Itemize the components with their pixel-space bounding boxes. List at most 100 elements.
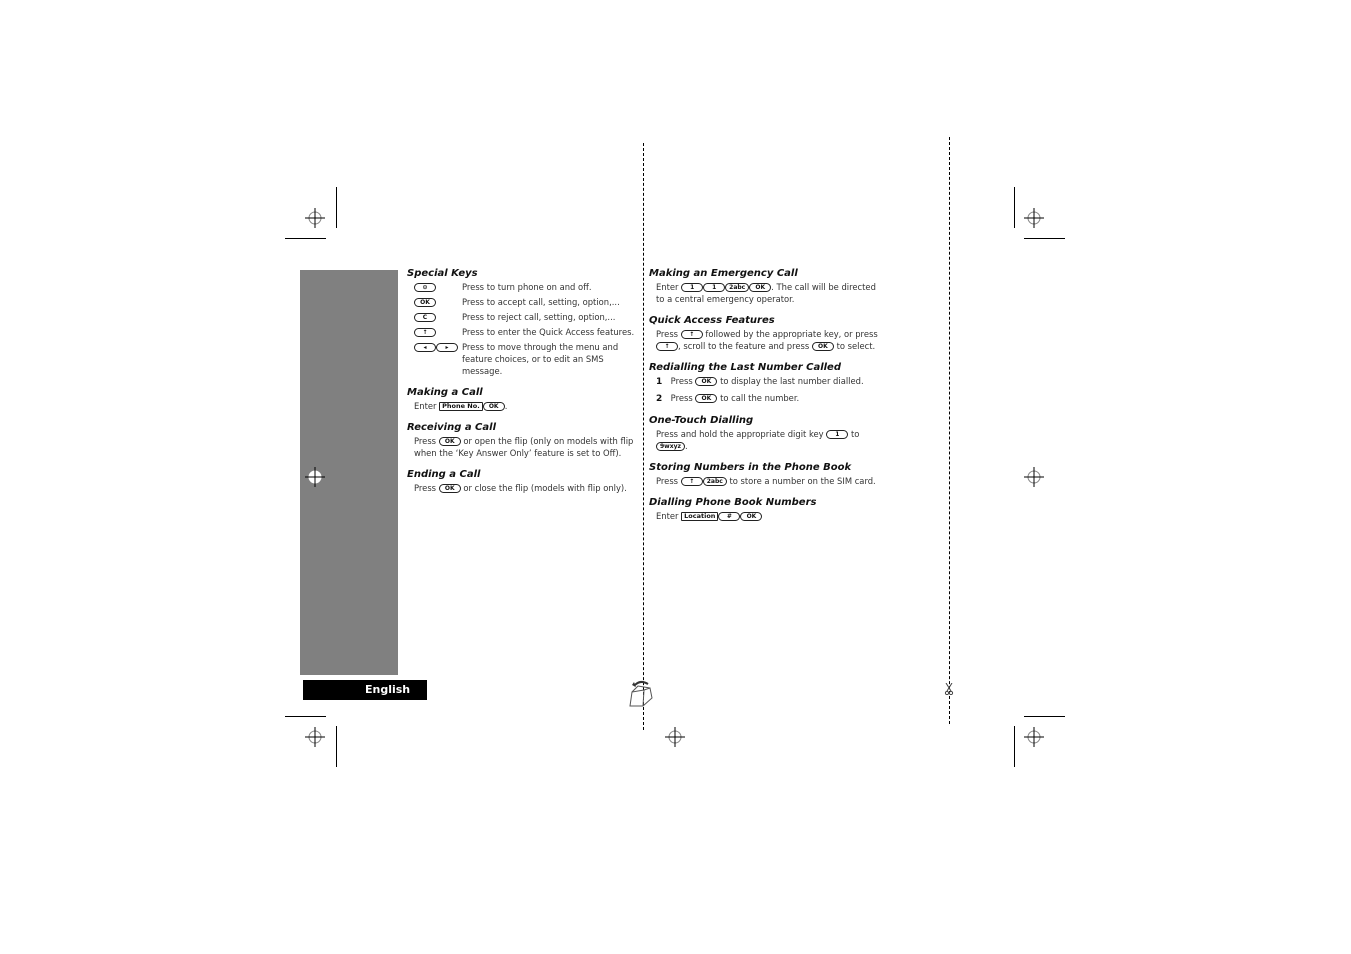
item-text: Press to accept call, setting, option,..… — [462, 297, 620, 307]
ok-key-icon: OK — [695, 394, 718, 403]
ok-key-icon: OK — [811, 342, 834, 351]
digit-key-icon: 2abc — [702, 477, 727, 486]
section-quick-access: Quick Access Features Press ↑ followed b… — [649, 314, 884, 352]
registration-mark-icon — [305, 208, 325, 228]
section-making-call: Making a Call Enter Phone No. OK. — [407, 386, 639, 412]
list-item: OK Press to accept call, setting, option… — [407, 296, 639, 308]
left-key-icon: ◂ — [414, 343, 436, 352]
section-body: Press ↑ 2abc to store a number on the SIM… — [649, 475, 884, 487]
body-text: followed by the appropriate key, or pres… — [705, 329, 878, 339]
left-column: Special Keys ⊙ Press to turn phone on an… — [407, 267, 639, 503]
cut-line — [949, 137, 950, 724]
section-title: Special Keys — [407, 268, 478, 279]
section-emergency-call: Making an Emergency Call Enter 1 1 2abc OK.… — [649, 267, 884, 305]
quick-access-key-icon: ↑ — [680, 477, 703, 486]
crop-mark — [1024, 238, 1065, 239]
step-item: 1 Press OK to display the last number di… — [649, 375, 884, 388]
phone-number-key-icon: Phone No. — [439, 402, 483, 411]
section-dialling-book: Dialling Phone Book Numbers Enter Locati… — [649, 496, 884, 522]
section-special-keys: Special Keys ⊙ Press to turn phone on an… — [407, 267, 639, 377]
location-key-icon: Location — [681, 512, 719, 521]
section-title: Receiving a Call — [407, 422, 496, 433]
body-text: to call the number. — [720, 393, 800, 403]
section-body: Enter Location # OK — [649, 510, 884, 522]
body-text: to display the last number dialled. — [720, 376, 864, 386]
body-text: to store a number on the SIM card. — [729, 476, 876, 486]
language-tab: English — [303, 680, 427, 700]
registration-mark-icon — [1024, 208, 1044, 228]
body-text: Press — [414, 436, 437, 446]
body-text: to select. — [836, 341, 876, 351]
language-label: English — [365, 683, 411, 696]
section-title: Redialling the Last Number Called — [649, 362, 842, 373]
body-text: Press — [656, 476, 679, 486]
list-item: C Press to reject call, setting, option,… — [407, 311, 639, 323]
item-text: Press to reject call, setting, option,..… — [462, 312, 616, 322]
section-title: Storing Numbers in the Phone Book — [649, 462, 852, 473]
crop-mark — [336, 187, 337, 228]
step-number: 2 — [656, 394, 663, 404]
ok-key-icon: OK — [482, 402, 505, 411]
body-text: to — [850, 429, 860, 439]
section-title: Quick Access Features — [649, 315, 775, 326]
right-key-icon: ▸ — [436, 343, 458, 352]
clear-key-icon: C — [414, 313, 436, 322]
registration-mark-icon — [1024, 467, 1044, 487]
item-text: Press to enter the Quick Access features… — [462, 327, 635, 337]
crop-mark — [1014, 726, 1015, 767]
section-title: Ending a Call — [407, 469, 481, 480]
section-body: Press OK or close the flip (models with … — [407, 482, 639, 494]
quick-access-key-icon: ↑ — [680, 330, 703, 339]
body-text: , scroll to the feature and press — [678, 341, 810, 351]
digit-key-icon: 1 — [681, 283, 704, 292]
step-number: 1 — [656, 377, 663, 387]
list-item: ◂ ▸ Press to move through the menu and fe… — [407, 341, 639, 377]
crop-mark — [1024, 716, 1065, 717]
right-column: Making an Emergency Call Enter 1 1 2abc OK.… — [649, 267, 884, 531]
body-text: Enter — [656, 511, 679, 521]
section-body: Enter 1 1 2abc OK. The call will be directe… — [649, 281, 884, 305]
section-storing: Storing Numbers in the Phone Book Press … — [649, 461, 884, 487]
section-body: Press OK or open the flip (only on model… — [407, 435, 639, 459]
body-text: Press — [670, 393, 693, 403]
section-body: Press ↑ followed by the appropriate key,… — [649, 328, 884, 352]
ok-key-icon: OK — [438, 437, 461, 446]
ok-key-icon: OK — [695, 377, 718, 386]
body-text: Enter — [656, 282, 679, 292]
list-item: ↑ Press to enter the Quick Access featur… — [407, 326, 639, 338]
digit-key-icon: 1 — [703, 283, 726, 292]
section-one-touch: One-Touch Dialling Press and hold the ap… — [649, 414, 884, 452]
ok-key-icon: OK — [414, 298, 436, 307]
digit-key-icon: 1 — [826, 430, 849, 439]
body-text: Press — [670, 376, 693, 386]
fold-line — [643, 143, 644, 730]
fold-page-icon — [629, 680, 653, 707]
crop-mark — [336, 726, 337, 767]
quick-access-key-icon: ↑ — [414, 328, 436, 337]
section-title: Making an Emergency Call — [649, 268, 798, 279]
section-body: Enter Phone No. OK. — [407, 400, 639, 412]
body-text: Press — [656, 329, 679, 339]
hash-key-icon: # — [718, 512, 741, 521]
ok-key-icon: OK — [740, 512, 763, 521]
section-title: Dialling Phone Book Numbers — [649, 497, 817, 508]
body-text: Press and hold the appropriate digit key — [656, 429, 824, 439]
section-title: One-Touch Dialling — [649, 415, 754, 426]
quick-access-key-icon: ↑ — [656, 342, 678, 351]
body-text: or close the flip (models with flip only… — [463, 483, 627, 493]
body-text: Enter — [414, 401, 437, 411]
item-text: Press to move through the menu and featu… — [462, 342, 619, 376]
crop-mark — [285, 716, 326, 717]
section-body: Press and hold the appropriate digit key… — [649, 428, 884, 452]
body-text: Press — [414, 483, 437, 493]
crop-mark — [1014, 187, 1015, 228]
crop-mark — [285, 238, 326, 239]
ok-key-icon: OK — [749, 283, 772, 292]
registration-mark-icon — [305, 467, 325, 487]
body-text: . — [504, 401, 508, 411]
section-receiving-call: Receiving a Call Press OK or open the fl… — [407, 421, 639, 459]
ok-key-icon: OK — [438, 484, 461, 493]
scissors-icon — [944, 683, 954, 695]
digit-key-icon: 9wxyz — [656, 442, 685, 451]
section-title: Making a Call — [407, 387, 483, 398]
